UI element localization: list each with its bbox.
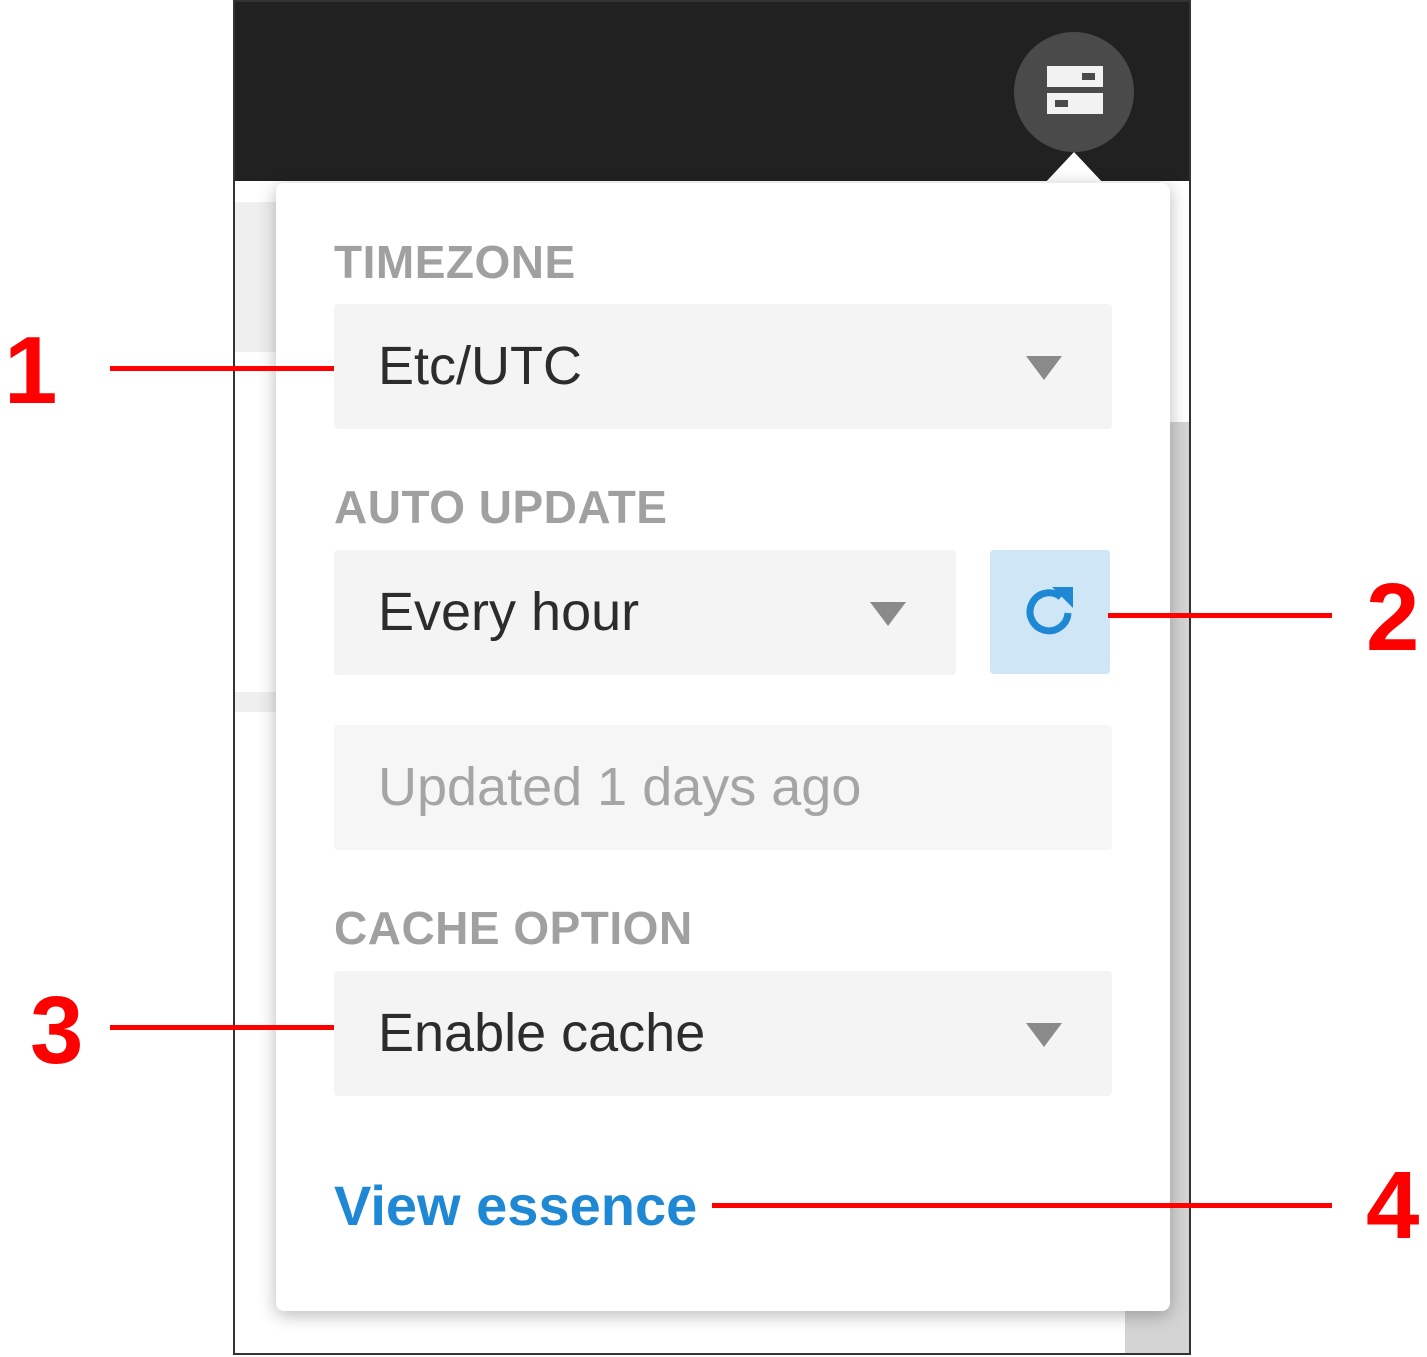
callout-line-4: [712, 1203, 1332, 1208]
cache-option-select[interactable]: Enable cache: [334, 971, 1112, 1096]
auto-update-select[interactable]: Every hour: [334, 550, 956, 675]
popover-arrow: [1043, 152, 1105, 185]
callout-line-3: [110, 1025, 334, 1030]
server-icon: [1047, 66, 1103, 87]
cache-option-label: CACHE OPTION: [334, 902, 693, 954]
callout-line-2: [1108, 613, 1332, 618]
refresh-button[interactable]: [990, 550, 1110, 674]
auto-update-value: Every hour: [378, 582, 640, 642]
callout-line-1: [110, 366, 334, 371]
settings-popover: TIMEZONE Etc/UTC AUTO UPDATE Every hour …: [276, 183, 1170, 1311]
server-icon-lower: [1047, 93, 1103, 114]
caret-down-icon: [1026, 1023, 1062, 1047]
timezone-select[interactable]: Etc/UTC: [334, 304, 1112, 429]
callout-number-3: 3: [30, 977, 84, 1084]
auto-update-label: AUTO UPDATE: [334, 481, 668, 533]
server-settings-button[interactable]: [1014, 32, 1134, 152]
caret-down-icon: [870, 602, 906, 626]
update-status-text: Updated 1 days ago: [378, 757, 862, 817]
timezone-label: TIMEZONE: [334, 236, 576, 288]
update-status-field: Updated 1 days ago: [334, 725, 1112, 850]
view-essence-link[interactable]: View essence: [334, 1173, 697, 1238]
refresh-icon: [1026, 587, 1073, 635]
callout-number-2: 2: [1366, 564, 1420, 671]
callout-number-1: 1: [4, 317, 58, 424]
callout-number-4: 4: [1366, 1152, 1420, 1259]
timezone-value: Etc/UTC: [378, 336, 583, 396]
cache-option-value: Enable cache: [378, 1003, 706, 1063]
caret-down-icon: [1026, 356, 1062, 380]
